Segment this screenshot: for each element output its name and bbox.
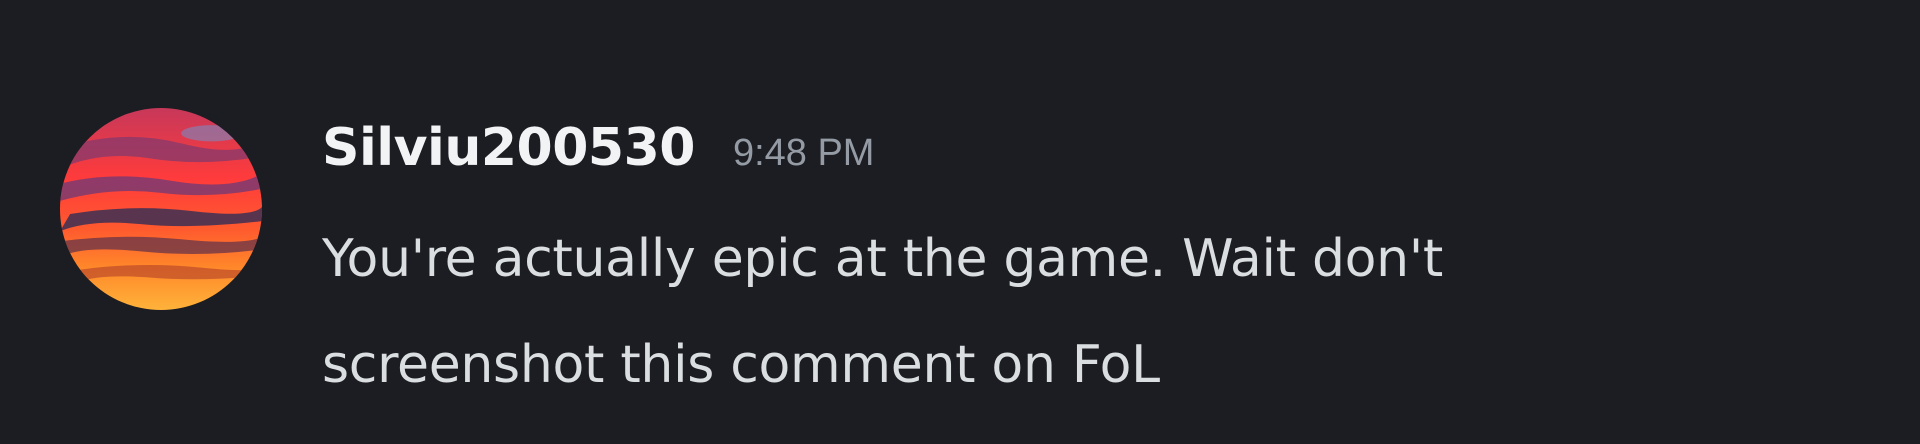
- username[interactable]: Silviu200530: [322, 118, 695, 178]
- message-header: Silviu200530 9:48 PM: [322, 118, 874, 178]
- user-avatar[interactable]: [60, 108, 262, 310]
- sunset-sky-avatar-icon: [60, 108, 262, 310]
- message-text: You're actually epic at the game. Wait d…: [322, 229, 1443, 395]
- timestamp[interactable]: 9:48 PM: [733, 132, 875, 175]
- chat-message: Silviu200530 9:48 PM You're actually epi…: [0, 0, 1920, 444]
